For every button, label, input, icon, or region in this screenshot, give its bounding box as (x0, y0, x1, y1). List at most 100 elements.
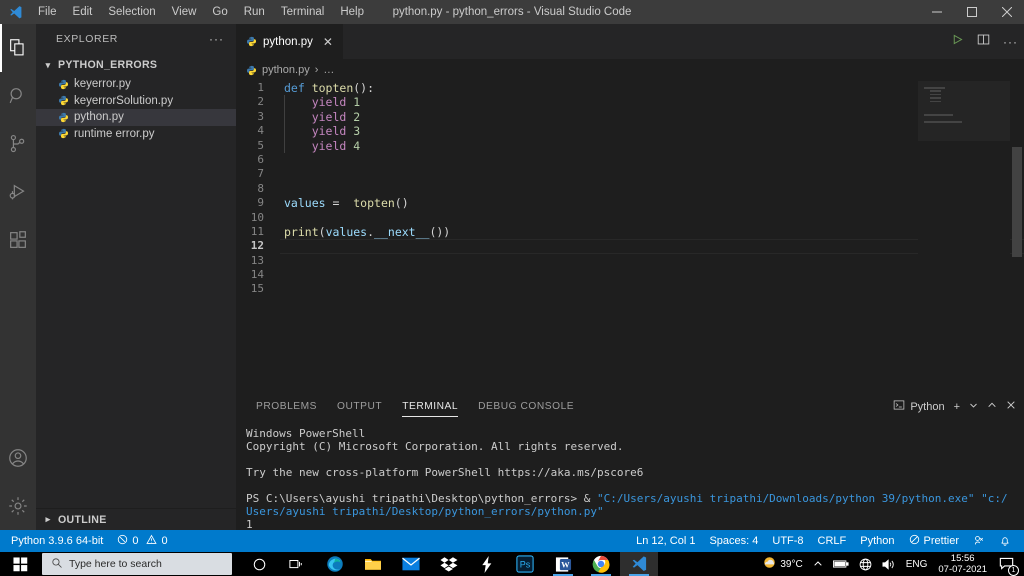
clock[interactable]: 15:56 07-07-2021 (932, 553, 993, 575)
code-line[interactable]: 12 (236, 239, 1024, 254)
file-item-keyerrorsolution[interactable]: keyerrorSolution.py (36, 93, 236, 110)
taskbar-search-input[interactable]: Type here to search (42, 553, 232, 575)
menu-terminal[interactable]: Terminal (273, 3, 332, 21)
code-line[interactable]: 8 (236, 182, 1024, 196)
editor-more-actions-icon[interactable]: ··· (1003, 35, 1018, 49)
code-text[interactable]: yield 1 (280, 95, 1024, 110)
close-icon[interactable]: ✕ (323, 35, 333, 49)
code-line[interactable]: 9 values = topten() (236, 196, 1024, 210)
status-errors-warnings[interactable]: 0 0 (110, 530, 174, 552)
action-center-icon[interactable]: 1 (993, 552, 1020, 576)
menu-selection[interactable]: Selection (100, 3, 163, 21)
close-panel-icon[interactable] (1006, 400, 1016, 413)
file-explorer-icon[interactable] (354, 552, 392, 576)
minimize-button[interactable] (919, 0, 954, 24)
weather-widget[interactable]: 39°C (757, 552, 807, 576)
code-text[interactable] (280, 167, 1024, 181)
language-indicator[interactable]: ENG (901, 552, 933, 576)
menu-view[interactable]: View (164, 3, 205, 21)
code-text[interactable] (280, 282, 1024, 296)
show-hidden-icons[interactable] (808, 552, 828, 576)
code-line[interactable]: 4 yield 3 (236, 124, 1024, 139)
start-button-icon[interactable] (0, 552, 40, 576)
menu-run[interactable]: Run (236, 3, 273, 21)
code-text[interactable]: yield 3 (280, 124, 1024, 139)
code-text[interactable] (280, 268, 1024, 282)
window-controls[interactable] (919, 0, 1024, 24)
status-encoding[interactable]: UTF-8 (765, 530, 810, 552)
code-line[interactable]: 14 (236, 268, 1024, 282)
breadcrumb[interactable]: python.py › … (236, 59, 1024, 81)
code-line[interactable]: 10 (236, 211, 1024, 225)
vscode-icon[interactable] (620, 552, 658, 576)
tab-terminal[interactable]: TERMINAL (392, 389, 468, 424)
chevron-down-icon[interactable] (969, 401, 978, 413)
activity-accounts-icon[interactable] (0, 434, 36, 482)
file-item-runtime-error[interactable]: runtime error.py (36, 126, 236, 143)
breadcrumb-file[interactable]: python.py (262, 64, 310, 76)
menu-edit[interactable]: Edit (65, 3, 101, 21)
status-eol[interactable]: CRLF (811, 530, 854, 552)
code-line[interactable]: 11 print(values. __next__()) (236, 225, 1024, 239)
mail-icon[interactable] (392, 552, 430, 576)
split-editor-icon[interactable] (977, 33, 990, 51)
terminal-shell-selector[interactable]: Python (893, 399, 945, 414)
status-notifications-icon[interactable] (992, 530, 1018, 552)
menu-help[interactable]: Help (332, 3, 372, 21)
chrome-icon[interactable] (582, 552, 620, 576)
tab-problems[interactable]: PROBLEMS (246, 389, 327, 424)
battery-icon[interactable] (828, 552, 854, 576)
code-text[interactable] (280, 211, 1024, 225)
status-indentation[interactable]: Spaces: 4 (702, 530, 765, 552)
code-lines[interactable]: 1 def topten (): 2 yield 13 yield 24 yield … (236, 81, 1024, 297)
code-line[interactable]: 15 (236, 282, 1024, 296)
editor-scrollbar[interactable] (1010, 81, 1024, 397)
activity-run-debug-icon[interactable] (0, 168, 36, 216)
menu-bar[interactable]: File Edit Selection View Go Run Terminal… (30, 3, 372, 21)
maximize-button[interactable] (954, 0, 989, 24)
tab-output[interactable]: OUTPUT (327, 389, 392, 424)
status-prettier[interactable]: Prettier (902, 530, 966, 552)
volume-icon[interactable] (877, 552, 901, 576)
explorer-more-actions-icon[interactable]: ··· (209, 32, 224, 46)
menu-file[interactable]: File (30, 3, 65, 21)
file-item-python[interactable]: python.py (36, 109, 236, 126)
status-editor-position[interactable]: Ln 12, Col 1 (629, 530, 702, 552)
tab-python-py[interactable]: python.py ✕ (236, 24, 344, 59)
menu-go[interactable]: Go (204, 3, 235, 21)
new-terminal-icon[interactable]: + (954, 401, 960, 413)
code-text[interactable]: def topten (): (280, 81, 1024, 95)
folder-section-python-errors[interactable]: ▾ PYTHON_ERRORS (36, 54, 236, 76)
breadcrumb-symbol[interactable]: … (323, 64, 334, 76)
code-line[interactable]: 2 yield 1 (236, 95, 1024, 110)
activity-extensions-icon[interactable] (0, 216, 36, 264)
maximize-panel-icon[interactable] (987, 400, 997, 413)
code-text[interactable] (280, 182, 1024, 196)
cortana-icon[interactable] (240, 552, 278, 576)
activity-search-icon[interactable] (0, 72, 36, 120)
activity-settings-icon[interactable] (0, 482, 36, 530)
minimap-slider[interactable] (918, 81, 1010, 141)
code-editor[interactable]: 1 def topten (): 2 yield 13 yield 24 yield … (236, 81, 1024, 397)
code-line[interactable]: 13 (236, 254, 1024, 268)
code-text[interactable]: yield 4 (280, 138, 1024, 153)
code-line[interactable]: 6 (236, 153, 1024, 167)
status-python-version[interactable]: Python 3.9.6 64-bit (4, 530, 110, 552)
activity-explorer-icon[interactable] (0, 24, 36, 72)
code-line[interactable]: 3 yield 2 (236, 109, 1024, 125)
photoshop-icon[interactable]: Ps (506, 552, 544, 576)
scrollbar-thumb[interactable] (1012, 147, 1022, 257)
task-view-icon[interactable] (278, 552, 316, 576)
code-line[interactable]: 1 def topten (): (236, 81, 1024, 95)
code-text[interactable]: print(values. __next__()) (280, 225, 1024, 239)
status-remote-icon[interactable] (966, 530, 992, 552)
close-button[interactable] (989, 0, 1024, 24)
code-text[interactable] (280, 153, 1024, 167)
code-text[interactable]: yield 2 (280, 109, 1024, 125)
code-line[interactable]: 5 yield 4 (236, 138, 1024, 153)
tab-debug-console[interactable]: DEBUG CONSOLE (468, 389, 584, 424)
activity-source-control-icon[interactable] (0, 120, 36, 168)
code-line[interactable]: 7 (236, 167, 1024, 181)
code-text[interactable] (280, 254, 1024, 268)
word-icon[interactable]: W (544, 552, 582, 576)
